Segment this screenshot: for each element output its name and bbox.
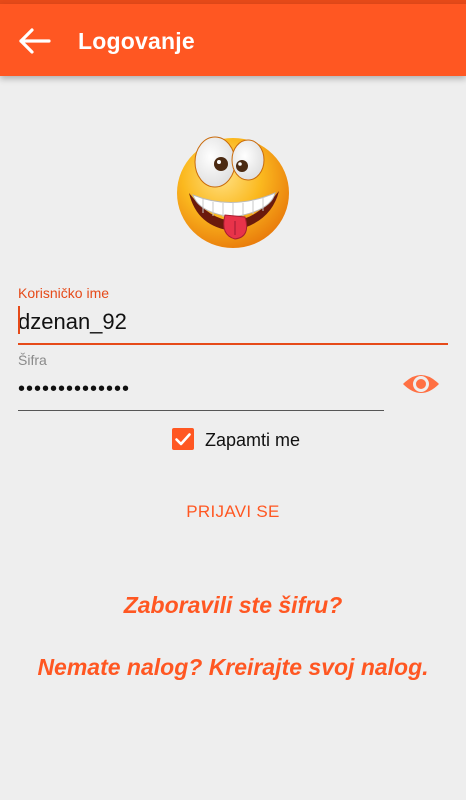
toggle-password-visibility-button[interactable] [401,368,441,400]
password-underline [18,410,384,411]
text-cursor [18,306,20,334]
checkmark-icon [175,433,191,446]
forgot-password-link[interactable]: Zaboravili ste šifru? [0,592,466,619]
crazy-emoji-face-icon [175,131,291,249]
username-underline [18,343,448,345]
username-input[interactable] [18,307,444,337]
back-button[interactable] [18,26,54,56]
app-bar: Logovanje [0,4,466,76]
eye-icon [403,375,439,393]
username-label: Korisničko ime [18,285,110,301]
password-input[interactable] [18,375,378,403]
remember-me-label: Zapamti me [205,430,301,450]
arrow-left-icon [19,28,51,54]
page-title: Logovanje [78,28,195,54]
create-account-link[interactable]: Nemate nalog? Kreirajte svoj nalog. [0,654,466,681]
password-label: Šifra [18,352,47,368]
login-button[interactable]: PRIJAVI SE [163,496,303,528]
checkbox-checked[interactable] [172,428,194,450]
